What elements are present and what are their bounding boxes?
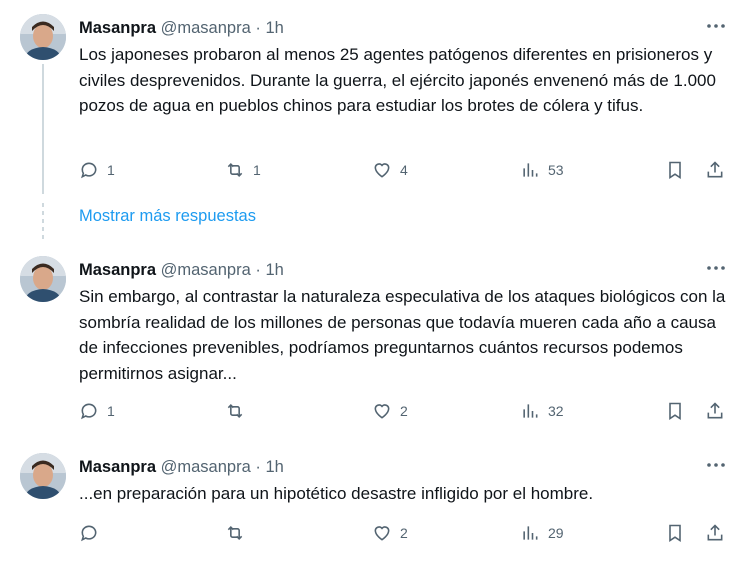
more-icon[interactable] [704,455,728,475]
heart-icon [374,404,390,419]
like-count: 2 [400,525,408,541]
view-count: 53 [548,162,564,178]
reply-button[interactable] [79,520,107,546]
share-icon [707,402,723,419]
more-icon[interactable] [704,258,728,278]
views-icon [523,404,538,418]
bookmark-button[interactable] [665,398,685,424]
like-button[interactable]: 4 [372,157,408,183]
bookmark-icon [669,161,681,179]
share-icon [707,161,723,178]
tweet-actions: 1 2 32 [0,398,752,424]
like-count: 2 [400,403,408,419]
bookmark-icon [669,524,681,542]
reply-button[interactable]: 1 [79,398,115,424]
avatar[interactable] [20,14,66,60]
share-button[interactable] [705,520,725,546]
views-button[interactable]: 32 [520,398,564,424]
views-button[interactable]: 53 [520,157,564,183]
retweet-icon [227,526,243,540]
reply-icon [81,525,97,542]
bookmark-button[interactable] [665,157,685,183]
tweet-header: Masanpra @masanpra · 1h [79,18,284,38]
retweet-icon [227,404,243,418]
reply-icon [81,162,97,179]
like-count: 4 [400,162,408,178]
more-icon[interactable] [704,16,728,36]
reply-count: 1 [107,403,115,419]
reply-icon [81,403,97,420]
timestamp[interactable]: 1h [265,19,283,37]
tweet-text: ...en preparación para un hipotético des… [79,484,594,503]
bookmark-button[interactable] [665,520,685,546]
author-name[interactable]: Masanpra [79,19,156,37]
like-button[interactable]: 2 [372,398,408,424]
separator: · [255,261,261,279]
avatar[interactable] [20,453,66,499]
reply-button[interactable]: 1 [79,157,115,183]
view-count: 29 [548,525,564,541]
retweet-button[interactable]: 1 [225,157,261,183]
author-handle[interactable]: @masanpra [161,19,251,37]
tweet-actions: 2 29 [0,520,752,546]
share-icon [707,524,723,541]
tweet-text: Sin embargo, al contrastar la naturaleza… [79,287,726,383]
bookmark-icon [669,402,681,420]
author-name[interactable]: Masanpra [79,261,156,279]
tweet-actions: 1 1 4 53 [0,157,752,183]
views-icon [523,163,538,177]
timestamp[interactable]: 1h [265,458,283,476]
share-button[interactable] [705,157,725,183]
tweet-header: Masanpra @masanpra · 1h [79,260,284,280]
timestamp[interactable]: 1h [265,261,283,279]
retweet-count: 1 [253,162,261,178]
like-button[interactable]: 2 [372,520,408,546]
author-name[interactable]: Masanpra [79,458,156,476]
avatar[interactable] [20,256,66,302]
tweet-header: Masanpra @masanpra · 1h [79,457,284,477]
retweet-icon [227,163,243,177]
tweet-text: Los japoneses probaron al menos 25 agent… [79,45,716,115]
view-count: 32 [548,403,564,419]
share-button[interactable] [705,398,725,424]
heart-icon [374,163,390,178]
retweet-button[interactable] [225,520,253,546]
separator: · [255,19,261,37]
author-handle[interactable]: @masanpra [161,458,251,476]
heart-icon [374,526,390,541]
separator: · [255,458,261,476]
views-button[interactable]: 29 [520,520,564,546]
retweet-button[interactable] [225,398,253,424]
author-handle[interactable]: @masanpra [161,261,251,279]
reply-count: 1 [107,162,115,178]
thread-line-dotted [42,203,44,243]
views-icon [523,526,538,540]
show-more-replies-link[interactable]: Mostrar más respuestas [79,207,256,226]
